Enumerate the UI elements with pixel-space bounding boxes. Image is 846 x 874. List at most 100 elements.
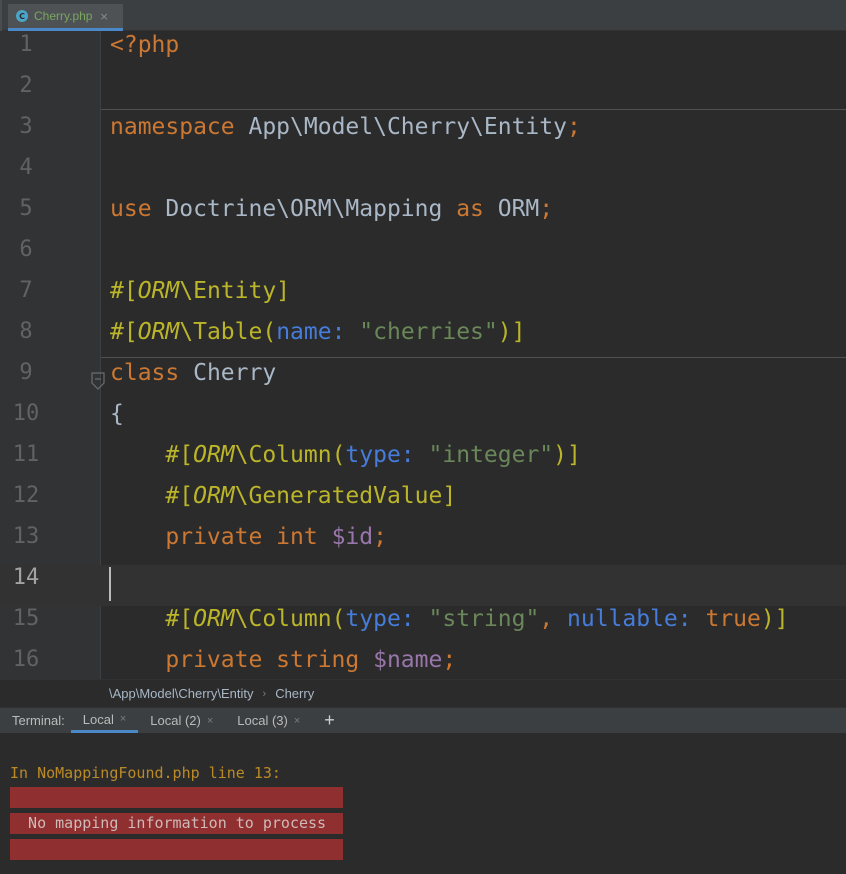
code-token: $name — [373, 647, 443, 673]
plus-icon: + — [324, 710, 335, 730]
code-line[interactable]: 3 namespace App\Model\Cherry\Entity; — [0, 114, 846, 155]
line-number: 3 — [19, 114, 33, 139]
code-token: ; — [373, 524, 387, 550]
line-number: 2 — [19, 73, 33, 98]
terminal-label: Terminal: — [12, 713, 65, 728]
close-icon[interactable]: × — [294, 715, 300, 727]
code-token: private int — [165, 524, 332, 550]
code-line[interactable]: 15 #[ORM\Column(type: "string", nullable… — [0, 606, 846, 647]
line-number: 12 — [12, 483, 40, 508]
line-number: 14 — [12, 565, 40, 590]
breadcrumb-namespace[interactable]: \App\Model\Cherry\Entity — [109, 686, 254, 701]
code-token: ; — [566, 114, 581, 140]
code-token: private string — [165, 647, 374, 673]
code-line[interactable]: 16 private string $name; — [0, 647, 846, 679]
line-number: 16 — [12, 647, 40, 672]
terminal-tab-local[interactable]: Local × — [70, 708, 139, 733]
terminal-tab-label: Local — [82, 711, 114, 727]
code-token: ORM — [137, 278, 180, 304]
code-token: type: — [345, 442, 429, 468]
code-token: type: — [345, 606, 429, 632]
code-token: nullable: — [567, 606, 706, 632]
tab-bar-edge — [0, 0, 2, 31]
code-token: )] — [553, 442, 581, 468]
code-line[interactable]: 1 <?php — [0, 32, 846, 73]
code-text: class Cherry — [110, 360, 276, 401]
code-line[interactable]: 12 #[ORM\GeneratedValue] — [0, 483, 846, 524]
terminal-tab-label: Local (3) — [237, 713, 288, 728]
code-line[interactable]: 8 #[ORM\Table(name: "cherries")] — [0, 319, 846, 360]
code-token: "cherries" — [359, 319, 498, 345]
code-token: ; — [442, 647, 457, 673]
close-icon[interactable]: × — [99, 10, 108, 23]
code-text: #[ORM\Column(type: "integer")] — [110, 442, 581, 483]
code-line[interactable]: 14 — [0, 565, 846, 606]
code-text: #[ORM\Table(name: "cherries")] — [110, 319, 525, 360]
code-token: ORM — [497, 196, 540, 222]
line-number: 6 — [19, 237, 33, 262]
code-text: private int $id; — [110, 524, 387, 565]
line-number: 11 — [12, 442, 40, 467]
code-token: use — [110, 196, 166, 222]
code-token: \Entity] — [179, 278, 291, 304]
line-number: 1 — [19, 32, 33, 57]
terminal-error-location: In NoMappingFound.php line 13: — [10, 764, 281, 782]
code-text: #[ORM\Column(type: "string", nullable: t… — [110, 606, 788, 647]
code-token: , — [539, 606, 567, 632]
code-token: as — [456, 196, 498, 222]
line-number: 13 — [12, 524, 40, 549]
code-text: { — [110, 401, 124, 442]
code-token: #[ — [110, 319, 138, 345]
new-terminal-button[interactable]: + — [312, 708, 347, 733]
code-text: use Doctrine\ORM\Mapping as ORM; — [110, 196, 553, 237]
line-number: 9 — [19, 360, 33, 385]
code-line[interactable]: 13 private int $id; — [0, 524, 846, 565]
error-block-line — [10, 787, 343, 808]
method-separator — [101, 357, 846, 358]
code-line[interactable]: 9 class Cherry — [0, 360, 846, 401]
terminal-tab-local-2[interactable]: Local (2) × — [138, 708, 225, 733]
line-number: 15 — [12, 606, 40, 631]
code-token: #[ — [165, 606, 194, 632]
code-token: "string" — [428, 606, 540, 632]
line-number: 4 — [19, 155, 33, 180]
code-text: namespace App\Model\Cherry\Entity; — [110, 114, 581, 155]
code-token: \Column( — [234, 442, 346, 468]
code-editor[interactable]: 1 <?php 2 3 namespace App\Model\Cherry\Entit… — [0, 31, 846, 679]
code-text: <?php — [110, 32, 179, 73]
line-number: 8 — [19, 319, 33, 344]
error-block-line — [10, 839, 343, 860]
tab-label: Cherry.php — [34, 9, 93, 23]
code-line[interactable]: 5 use Doctrine\ORM\Mapping as ORM; — [0, 196, 846, 237]
line-number: 5 — [19, 196, 33, 221]
code-token: ORM — [193, 442, 235, 468]
code-token: "integer" — [428, 442, 554, 468]
close-icon[interactable]: × — [120, 713, 126, 725]
code-text: #[ORM\GeneratedValue] — [110, 483, 456, 524]
breadcrumb-class[interactable]: Cherry — [275, 686, 314, 701]
code-line[interactable]: 11 #[ORM\Column(type: "integer")] — [0, 442, 846, 483]
code-token: class — [110, 360, 194, 386]
code-text: private string $name; — [110, 647, 456, 679]
code-line[interactable]: 4 — [0, 155, 846, 196]
code-line[interactable]: 2 — [0, 73, 846, 114]
close-icon[interactable]: × — [207, 715, 213, 727]
terminal-tab-bar: Terminal: Local × Local (2) × Local (3) … — [0, 707, 846, 733]
fold-icon[interactable] — [91, 372, 105, 390]
code-token: #[ — [165, 483, 194, 509]
breadcrumb: \App\Model\Cherry\Entity › Cherry — [0, 679, 846, 707]
tab-cherry-php[interactable]: C Cherry.php × — [8, 4, 123, 31]
php-class-file-icon: C — [16, 10, 28, 22]
terminal-output[interactable]: In NoMappingFound.php line 13: No mappin… — [0, 733, 846, 874]
code-line[interactable]: 10 { — [0, 401, 846, 442]
code-token: ORM — [193, 483, 235, 509]
code-token: $id — [331, 524, 374, 550]
code-token: ; — [539, 196, 554, 222]
code-line[interactable]: 7 #[ORM\Entity] — [0, 278, 846, 319]
terminal-tab-local-3[interactable]: Local (3) × — [225, 708, 312, 733]
code-line[interactable]: 6 — [0, 237, 846, 278]
